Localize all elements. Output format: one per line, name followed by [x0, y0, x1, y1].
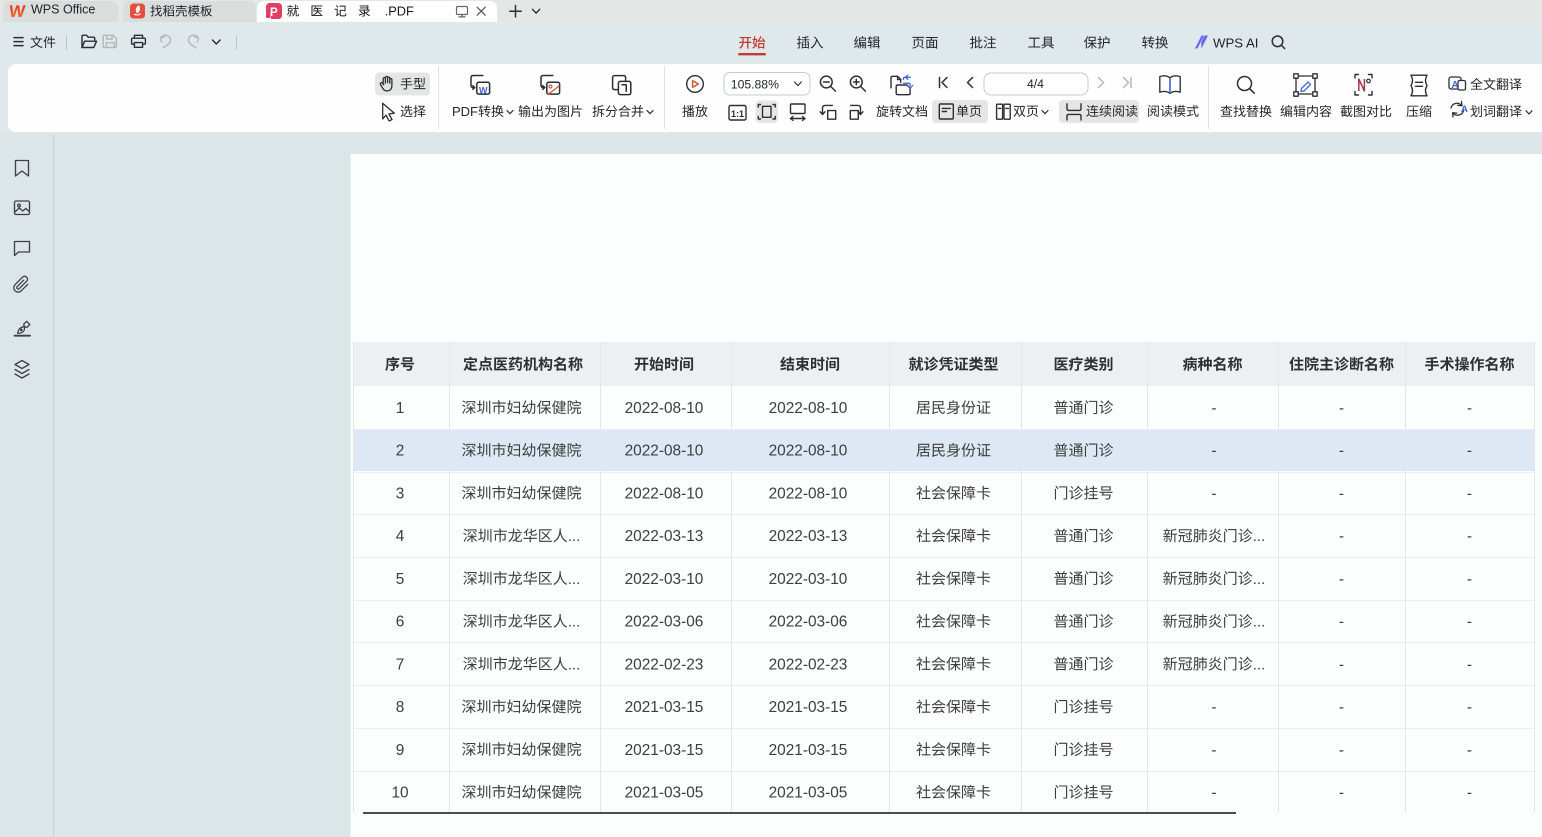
svg-text:...: ... [568, 656, 581, 673]
svg-text:W: W [8, 2, 27, 21]
svg-text:2021-03-15: 2021-03-15 [625, 742, 704, 759]
svg-text:2022-03-06: 2022-03-06 [625, 614, 704, 631]
svg-text:10: 10 [391, 785, 408, 802]
svg-text:5: 5 [396, 571, 405, 588]
svg-text:2022-03-06: 2022-03-06 [769, 614, 848, 631]
svg-text:2022-03-10: 2022-03-10 [769, 571, 848, 588]
svg-text:-: - [1211, 400, 1216, 417]
svg-text:9: 9 [396, 742, 405, 759]
svg-text:2: 2 [396, 443, 405, 460]
svg-text:WPS AI: WPS AI [1213, 36, 1258, 51]
svg-text:2022-08-10: 2022-08-10 [625, 443, 704, 460]
svg-text:-: - [1339, 785, 1344, 802]
svg-text:8: 8 [396, 699, 405, 716]
svg-text:2021-03-15: 2021-03-15 [625, 699, 704, 716]
svg-text:-: - [1467, 528, 1472, 545]
svg-text:...: ... [1253, 614, 1266, 631]
svg-text:-: - [1211, 485, 1216, 502]
svg-text:W: W [479, 85, 488, 95]
svg-text:2022-08-10: 2022-08-10 [625, 400, 704, 417]
svg-text:2021-03-15: 2021-03-15 [769, 699, 848, 716]
svg-text:-: - [1467, 656, 1472, 673]
svg-text:2022-03-13: 2022-03-13 [625, 528, 704, 545]
svg-text:1:1: 1:1 [731, 109, 744, 119]
svg-text:2022-02-23: 2022-02-23 [625, 656, 704, 673]
svg-text:2022-02-23: 2022-02-23 [769, 656, 848, 673]
svg-text:-: - [1467, 485, 1472, 502]
svg-text:-: - [1339, 571, 1344, 588]
svg-text:-: - [1211, 742, 1216, 759]
svg-text:2021-03-05: 2021-03-05 [625, 785, 704, 802]
svg-text:...: ... [568, 528, 581, 545]
svg-text:WPS Office: WPS Office [31, 3, 95, 17]
svg-text:-: - [1339, 485, 1344, 502]
svg-text:-: - [1211, 443, 1216, 460]
svg-text:2022-03-10: 2022-03-10 [625, 571, 704, 588]
svg-text:2021-03-05: 2021-03-05 [769, 785, 848, 802]
svg-text:-: - [1211, 785, 1216, 802]
svg-text:-: - [1467, 443, 1472, 460]
svg-text:105.88%: 105.88% [731, 77, 779, 91]
svg-text:-: - [1467, 571, 1472, 588]
svg-text:-: - [1467, 614, 1472, 631]
svg-text:2022-03-13: 2022-03-13 [769, 528, 848, 545]
svg-text:-: - [1211, 699, 1216, 716]
svg-text:2021-03-15: 2021-03-15 [769, 742, 848, 759]
svg-text:2022-08-10: 2022-08-10 [625, 485, 704, 502]
svg-text:-: - [1339, 742, 1344, 759]
svg-text:-: - [1339, 699, 1344, 716]
svg-text:6: 6 [396, 614, 405, 631]
svg-text:-: - [1467, 785, 1472, 802]
svg-text:P: P [270, 7, 278, 19]
svg-text:1: 1 [396, 400, 405, 417]
svg-text:2022-08-10: 2022-08-10 [769, 443, 848, 460]
svg-text:4/4: 4/4 [1027, 77, 1044, 91]
svg-text:A: A [1461, 104, 1468, 115]
svg-text:-: - [1339, 443, 1344, 460]
svg-text:...: ... [1253, 571, 1266, 588]
svg-text:...: ... [1253, 528, 1266, 545]
svg-text:2022-08-10: 2022-08-10 [769, 400, 848, 417]
svg-text:3: 3 [396, 485, 405, 502]
svg-text:...: ... [1253, 656, 1266, 673]
svg-text:...: ... [568, 571, 581, 588]
svg-text:-: - [1339, 656, 1344, 673]
svg-text:A: A [1451, 80, 1458, 91]
svg-text:-: - [1467, 699, 1472, 716]
svg-text:7: 7 [396, 656, 405, 673]
svg-text:-: - [1339, 614, 1344, 631]
svg-text:4: 4 [396, 528, 405, 545]
svg-text:-: - [1467, 400, 1472, 417]
svg-text:.PDF: .PDF [385, 4, 414, 19]
svg-text:2022-08-10: 2022-08-10 [769, 485, 848, 502]
svg-text:-: - [1467, 742, 1472, 759]
svg-text:-: - [1339, 528, 1344, 545]
svg-text:PDF: PDF [452, 104, 478, 119]
svg-text:-: - [1339, 400, 1344, 417]
svg-text:...: ... [568, 614, 581, 631]
